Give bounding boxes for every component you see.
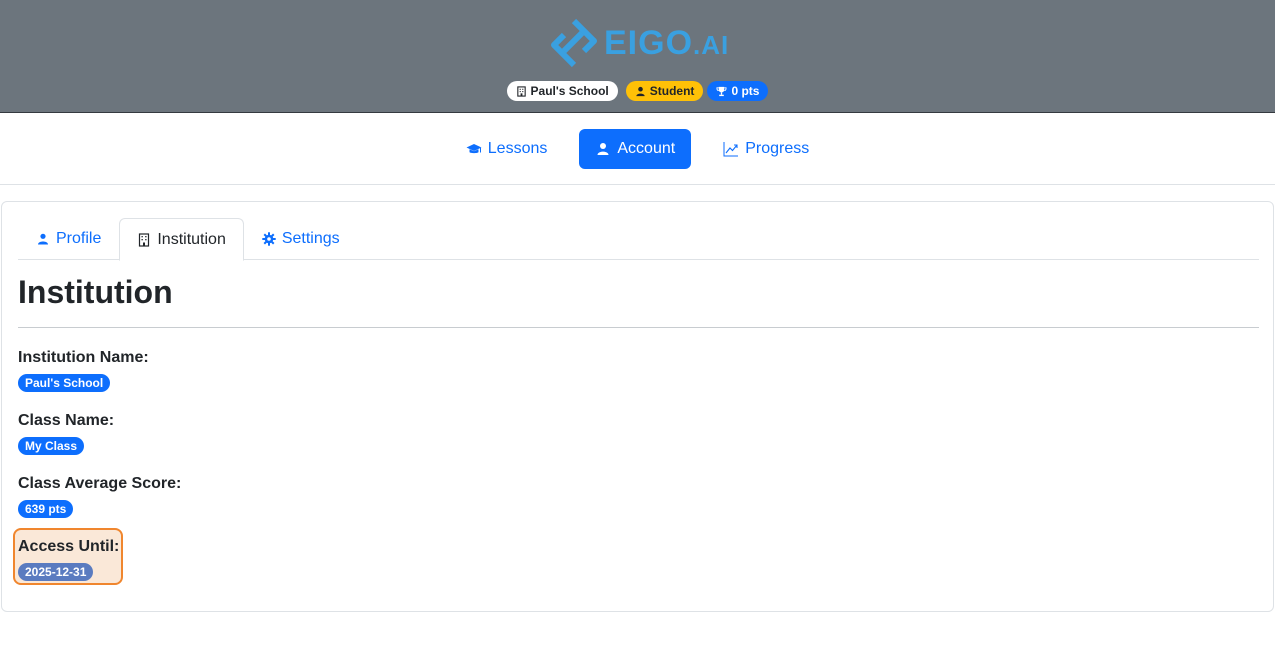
app-header: EIGO.AI Paul's School Student 0 pts xyxy=(0,0,1275,113)
institution-name-field: Institution Name: Paul's School xyxy=(18,348,149,392)
school-badge-label: Paul's School xyxy=(530,84,609,98)
class-average-label: Class Average Score: xyxy=(18,475,182,492)
tab-profile[interactable]: Profile xyxy=(18,218,119,260)
tab-settings[interactable]: Settings xyxy=(244,218,358,260)
points-badge-label: 0 pts xyxy=(731,84,760,98)
main-nav: Lessons Account Progress xyxy=(0,113,1275,185)
class-name-value: My Class xyxy=(18,437,85,455)
logo-text: EIGO xyxy=(604,23,694,62)
school-badge: Paul's School xyxy=(506,81,618,101)
tab-profile-label: Profile xyxy=(56,230,102,247)
class-average-field: Class Average Score: 639 pts xyxy=(18,474,181,518)
graduation-cap-icon xyxy=(466,143,482,153)
institution-name-value: Paul's School xyxy=(18,374,111,392)
eigo-logo[interactable]: EIGO.AI xyxy=(548,15,729,71)
tab-institution[interactable]: Institution xyxy=(119,218,244,261)
logo-suffix: .AI xyxy=(693,29,730,60)
tab-institution-label: Institution xyxy=(157,230,226,248)
class-name-field: Class Name: My Class xyxy=(18,411,114,455)
building-icon xyxy=(516,85,526,97)
tab-settings-label: Settings xyxy=(281,230,340,247)
nav-account-label: Account xyxy=(617,139,676,157)
user-icon xyxy=(38,233,48,245)
user-icon xyxy=(597,142,609,155)
nav-progress-label: Progress xyxy=(745,139,810,157)
points-badge: 0 pts xyxy=(707,81,769,101)
access-until-field: Access Until: 2025-12-31 xyxy=(18,537,119,581)
gear-icon xyxy=(262,232,276,246)
chart-line-icon xyxy=(723,141,739,156)
trophy-icon xyxy=(716,86,727,96)
nav-lessons[interactable]: Lessons xyxy=(450,129,564,169)
nav-account[interactable]: Account xyxy=(579,128,692,169)
section-title: Institution xyxy=(18,274,173,310)
nav-lessons-label: Lessons xyxy=(487,139,548,157)
building-icon xyxy=(139,232,150,247)
account-tabs: Profile Institution Settings xyxy=(18,218,1259,261)
header-badges: Paul's School Student 0 pts xyxy=(0,81,1275,101)
class-average-value: 639 pts xyxy=(18,500,74,518)
access-until-value: 2025-12-31 xyxy=(18,563,94,581)
role-badge-label: Student xyxy=(649,84,695,98)
institution-name-label: Institution Name: xyxy=(18,349,149,366)
section-divider xyxy=(18,327,1259,328)
eigo-logo-icon xyxy=(551,18,597,68)
nav-progress[interactable]: Progress xyxy=(707,129,825,169)
class-name-label: Class Name: xyxy=(18,412,115,429)
role-badge: Student xyxy=(625,81,704,101)
access-until-label: Access Until: xyxy=(18,538,120,555)
user-icon xyxy=(636,86,645,96)
account-card: Profile Institution Settings Institution… xyxy=(1,201,1274,612)
